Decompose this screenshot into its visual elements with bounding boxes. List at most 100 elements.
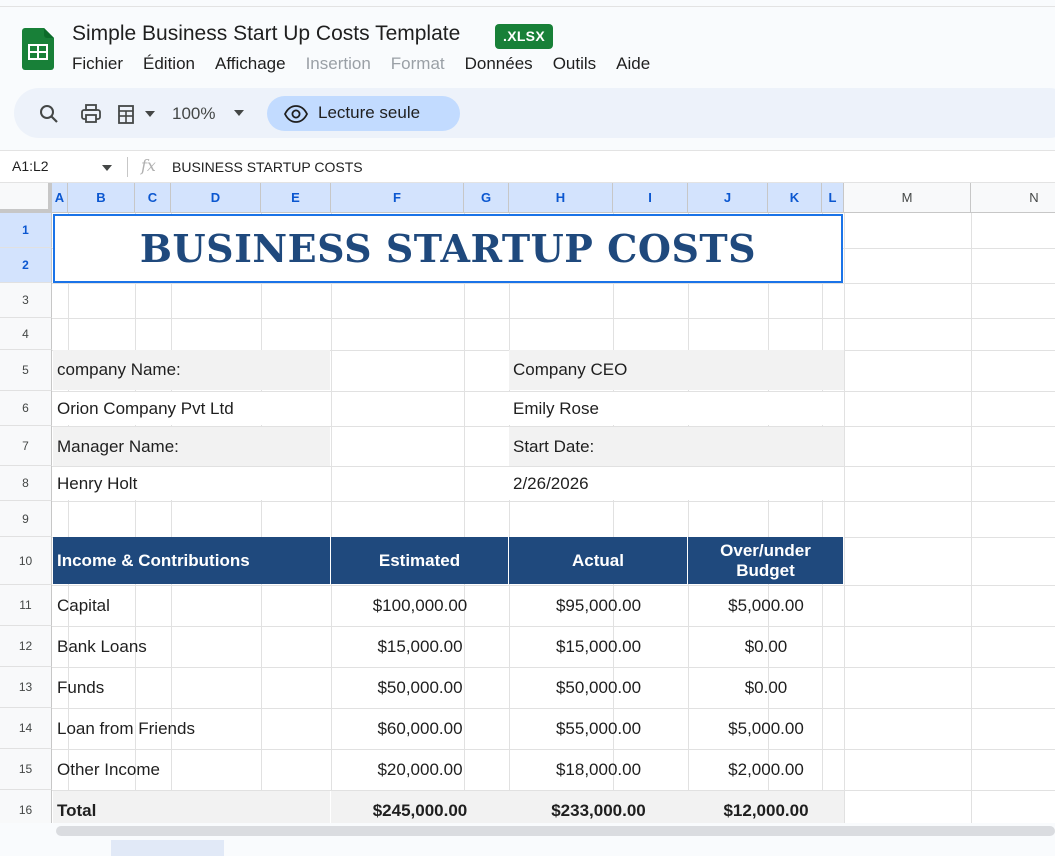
col-header-e[interactable]: E (261, 183, 331, 213)
paint-format-icon[interactable] (116, 103, 138, 125)
table-cell-label[interactable]: Bank Loans (53, 627, 330, 667)
top-divider (0, 6, 1055, 7)
table-header-category[interactable]: Income & Contributions (53, 537, 331, 584)
table-cell-estimated[interactable]: $20,000.00 (331, 750, 509, 790)
company-label-cell[interactable]: company Name: (53, 350, 330, 390)
formula-input[interactable]: BUSINESS STARTUP COSTS (172, 159, 363, 175)
table-cell-label[interactable]: Loan from Friends (53, 709, 330, 749)
table-cell-actual[interactable]: $18,000.00 (509, 750, 688, 790)
search-icon[interactable] (38, 103, 60, 125)
table-header-actual[interactable]: Actual (509, 537, 688, 584)
document-title[interactable]: Simple Business Start Up Costs Template (72, 22, 460, 46)
row-header-3[interactable]: 3 (0, 283, 52, 318)
row-header-14[interactable]: 14 (0, 708, 52, 749)
eye-icon (284, 105, 308, 123)
grid-line (52, 318, 1055, 319)
row-header-12[interactable]: 12 (0, 626, 52, 667)
menu-affichage[interactable]: Affichage (215, 54, 286, 74)
menu-aide[interactable]: Aide (616, 54, 650, 74)
sheets-logo-icon[interactable] (22, 28, 54, 70)
table-cell-estimated[interactable]: $15,000.00 (331, 627, 509, 667)
horizontal-scrollbar[interactable] (56, 826, 1055, 836)
col-header-b[interactable]: B (68, 183, 135, 213)
table-header-estimated[interactable]: Estimated (331, 537, 509, 584)
start-date-value-cell[interactable]: 2/26/2026 (509, 467, 844, 500)
zoom-select[interactable]: 100% (172, 104, 215, 124)
spreadsheet-grid[interactable]: A B C D E F G H I J K L M N 1 2 3 4 5 6 … (0, 183, 1055, 823)
table-cell-variance[interactable]: $2,000.00 (688, 750, 844, 790)
grid-line (844, 213, 845, 823)
print-icon[interactable] (80, 103, 102, 125)
menu-donnees[interactable]: Données (465, 54, 533, 74)
table-cell-actual[interactable]: $15,000.00 (509, 627, 688, 667)
grid-line (52, 283, 1055, 284)
table-cell-actual[interactable]: $55,000.00 (509, 709, 688, 749)
menu-insertion: Insertion (305, 54, 371, 73)
chevron-down-icon[interactable] (145, 111, 155, 117)
row-header-16[interactable]: 16 (0, 790, 52, 823)
row-header-9[interactable]: 9 (0, 501, 52, 537)
table-cell-estimated[interactable]: $60,000.00 (331, 709, 509, 749)
table-header-over-under[interactable]: Over/under Budget (688, 537, 844, 584)
row-header-11[interactable]: 11 (0, 585, 52, 626)
table-cell-variance[interactable]: $5,000.00 (688, 586, 844, 626)
col-header-d[interactable]: D (171, 183, 261, 213)
row-header-1[interactable]: 1 (0, 213, 52, 248)
start-date-label-cell[interactable]: Start Date: (509, 427, 844, 466)
company-value-cell[interactable]: Orion Company Pvt Ltd (53, 392, 330, 425)
col-header-i[interactable]: I (613, 183, 688, 213)
table-cell-estimated[interactable]: $50,000.00 (331, 668, 509, 708)
col-header-c[interactable]: C (135, 183, 171, 213)
menu-fichier[interactable]: Fichier (72, 54, 123, 74)
formula-bar: A1:L2 fx BUSINESS STARTUP COSTS (0, 150, 1055, 183)
col-header-k[interactable]: K (768, 183, 822, 213)
row-header-7[interactable]: 7 (0, 426, 52, 466)
menu-format: Format (390, 54, 445, 73)
sheet-title: BUSINESS STARTUP COSTS (139, 226, 757, 271)
total-variance-cell[interactable]: $12,000.00 (688, 791, 844, 823)
row-header-10[interactable]: 10 (0, 537, 52, 585)
table-cell-variance[interactable]: $0.00 (688, 627, 844, 667)
row-header-5[interactable]: 5 (0, 350, 52, 391)
table-cell-label[interactable]: Capital (53, 586, 330, 626)
grid-line (971, 213, 972, 823)
menu-outils[interactable]: Outils (553, 54, 596, 74)
table-cell-label[interactable]: Other Income (53, 750, 330, 790)
row-header-2[interactable]: 2 (0, 248, 52, 283)
col-header-m[interactable]: M (844, 183, 971, 213)
table-cell-variance[interactable]: $5,000.00 (688, 709, 844, 749)
select-all-corner[interactable] (0, 183, 52, 213)
col-header-a[interactable]: A (52, 183, 68, 213)
name-box[interactable]: A1:L2 (12, 158, 49, 174)
row-header-15[interactable]: 15 (0, 749, 52, 790)
table-cell-estimated[interactable]: $100,000.00 (331, 586, 509, 626)
sheet-tab[interactable] (111, 840, 224, 856)
row-header-8[interactable]: 8 (0, 466, 52, 501)
manager-value-cell[interactable]: Henry Holt (53, 467, 330, 500)
col-header-f[interactable]: F (331, 183, 464, 213)
table-cell-actual[interactable]: $50,000.00 (509, 668, 688, 708)
total-estimated-cell[interactable]: $245,000.00 (331, 791, 509, 823)
row-header-13[interactable]: 13 (0, 667, 52, 708)
col-header-j[interactable]: J (688, 183, 768, 213)
name-box-chevron-down-icon[interactable] (102, 165, 112, 171)
ceo-label-cell[interactable]: Company CEO (509, 350, 844, 390)
total-label-cell[interactable]: Total (53, 791, 330, 823)
col-header-g[interactable]: G (464, 183, 509, 213)
total-actual-cell[interactable]: $233,000.00 (509, 791, 688, 823)
title-merged-cell[interactable]: BUSINESS STARTUP COSTS (53, 214, 843, 283)
table-cell-label[interactable]: Funds (53, 668, 330, 708)
row-header-6[interactable]: 6 (0, 391, 52, 426)
table-cell-variance[interactable]: $0.00 (688, 668, 844, 708)
toolbar: 100% Lecture seule (14, 88, 1055, 138)
table-cell-actual[interactable]: $95,000.00 (509, 586, 688, 626)
readonly-button[interactable]: Lecture seule (267, 96, 460, 131)
ceo-value-cell[interactable]: Emily Rose (509, 392, 844, 425)
col-header-l[interactable]: L (822, 183, 844, 213)
menu-edition[interactable]: Édition (143, 54, 195, 74)
col-header-n[interactable]: N (971, 183, 1055, 213)
col-header-h[interactable]: H (509, 183, 613, 213)
manager-label-cell[interactable]: Manager Name: (53, 427, 330, 466)
zoom-chevron-down-icon[interactable] (234, 110, 244, 116)
row-header-4[interactable]: 4 (0, 318, 52, 350)
